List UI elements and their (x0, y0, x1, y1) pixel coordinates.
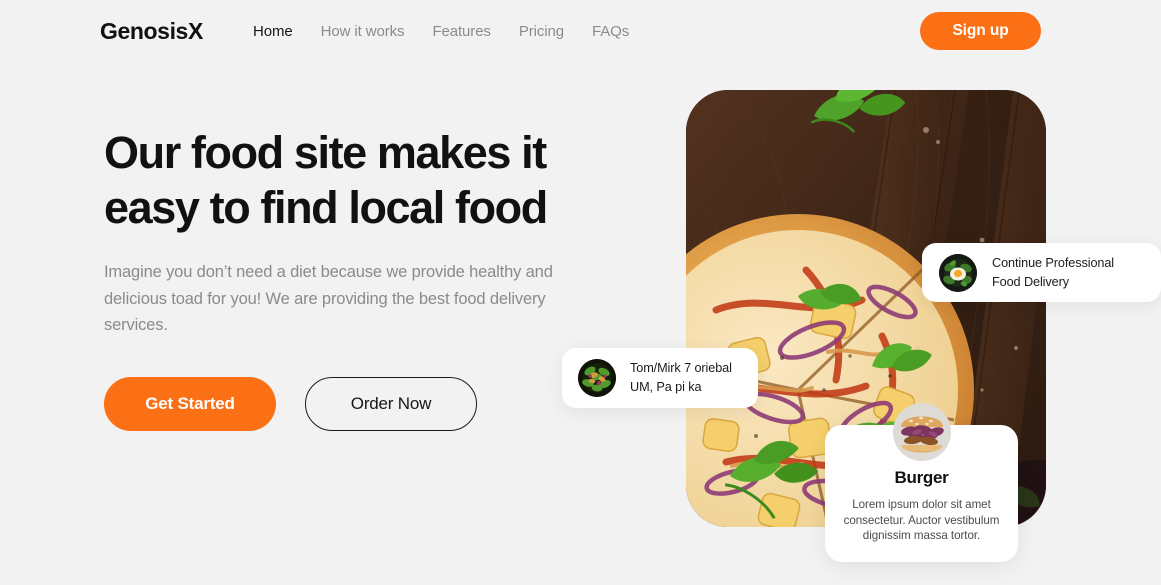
egg-bowl-thumbnail-icon (939, 253, 977, 292)
site-header: GenosisX Home How it works Features Pric… (0, 0, 1161, 62)
continue-delivery-line2: Food Delivery (992, 274, 1069, 289)
nav-item-home[interactable]: Home (253, 23, 293, 40)
continue-delivery-line1: Continue Professional (992, 255, 1115, 270)
signup-button[interactable]: Sign up (920, 12, 1041, 50)
burger-avatar (892, 403, 951, 461)
tommirk-order-line2: UM, Pa pi ka (630, 380, 702, 394)
main-navigation: Home How it works Features Pricing FAQs (253, 23, 629, 40)
hero-cta-group: Get Started Order Now (104, 376, 634, 431)
nav-item-how-it-works[interactable]: How it works (321, 23, 405, 40)
brand-logo[interactable]: GenosisX (100, 18, 203, 45)
landing-page: GenosisX Home How it works Features Pric… (0, 0, 1161, 585)
egg-bowl-illustration (939, 253, 977, 292)
nav-item-features[interactable]: Features (432, 23, 491, 40)
tommirk-order-card[interactable]: Tom/Mirk 7 oriebal UM, Pa pi ka (562, 348, 758, 408)
burger-card-title: Burger (894, 468, 949, 487)
salad-bowl-thumbnail-icon (578, 359, 616, 397)
salad-bowl-illustration (578, 359, 616, 397)
tommirk-order-text: Tom/Mirk 7 oriebal UM, Pa pi ka (630, 360, 732, 396)
continue-delivery-card[interactable]: Continue Professional Food Delivery (922, 243, 1161, 302)
continue-delivery-text: Continue Professional Food Delivery (992, 255, 1114, 291)
burger-card-description: Lorem ipsum dolor sit amet consectetur. … (843, 498, 1000, 542)
nav-item-faqs[interactable]: FAQs (592, 23, 629, 40)
hero-content: Our food site makes it easy to find loca… (104, 125, 634, 431)
hero-title: Our food site makes it easy to find loca… (104, 127, 548, 233)
order-now-button[interactable]: Order Now (305, 376, 477, 431)
nav-item-pricing[interactable]: Pricing (519, 23, 564, 40)
get-started-button[interactable]: Get Started (104, 376, 276, 431)
burger-product-card[interactable]: Burger Lorem ipsum dolor sit amet consec… (825, 403, 1018, 562)
hero-subtitle: Imagine you don’t need a diet because we… (104, 263, 553, 334)
burger-illustration (892, 403, 951, 461)
tommirk-order-line1: Tom/Mirk 7 oriebal (630, 361, 732, 375)
